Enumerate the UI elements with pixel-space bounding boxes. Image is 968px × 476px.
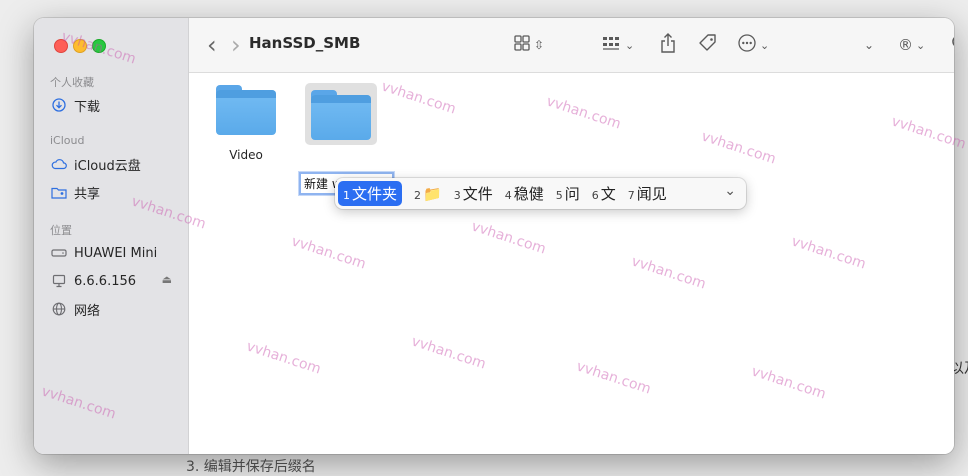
group-button[interactable]: ⌄ [602, 32, 634, 58]
sidebar-item-label: 网络 [74, 303, 101, 319]
chevron-down-icon: ⌄ [864, 38, 875, 52]
sidebar-item-label: 共享 [74, 186, 101, 202]
download-icon [50, 98, 68, 112]
ime-candidate[interactable]: 7 闻见 [628, 183, 667, 204]
ime-candidate[interactable]: 3 文件 [454, 183, 493, 204]
sidebar-item-server[interactable]: 6.6.6.156 ⏏ [50, 270, 180, 292]
sidebar-item-downloads[interactable]: 下载 [50, 94, 180, 116]
shared-folder-icon [50, 186, 68, 199]
ime-candidate[interactable]: 1 文件夹 [338, 181, 403, 206]
search-button[interactable] [951, 32, 954, 58]
sidebar-item-label: 6.6.6.156 [74, 273, 137, 289]
updown-chevron-icon: ⇳ [534, 38, 545, 52]
tag-button[interactable] [698, 32, 718, 58]
folder-label: Video [229, 148, 263, 162]
search-icon [951, 34, 954, 56]
sidebar-header-icloud: iCloud [50, 134, 85, 147]
ime-expand-button[interactable]: ⌄ [724, 183, 736, 199]
sidebar-item-shared[interactable]: 共享 [50, 181, 180, 203]
toolbar: ‹ › HanSSD_SMB ⇳ ⌄ ⌄ ⌄ ® ⌄ [189, 18, 954, 73]
grid-view-icon [514, 35, 530, 55]
ime-candidate[interactable]: 5问 [556, 183, 580, 204]
more-icon [737, 33, 757, 57]
view-mode-button[interactable]: ⇳ [514, 32, 544, 58]
sidebar-header-favorites: 个人收藏 [50, 76, 94, 89]
sidebar-item-huawei-mini[interactable]: HUAWEI Mini [50, 242, 180, 264]
more-actions-button[interactable]: ⌄ [737, 32, 769, 58]
folder-emoji-icon: 📁 [423, 184, 442, 203]
chevron-down-icon: ⌄ [760, 38, 770, 52]
background-text-bottom: 3. 编辑并保存后缀名 [186, 459, 316, 475]
drive-icon [50, 248, 68, 258]
sidebar-item-label: iCloud云盘 [74, 158, 141, 174]
sidebar-item-network[interactable]: 网络 [50, 298, 180, 320]
folder-new[interactable] [311, 90, 371, 142]
display-icon [50, 274, 68, 288]
extension-button[interactable]: ® ⌄ [898, 32, 925, 58]
group-icon [602, 35, 622, 55]
eject-icon[interactable]: ⏏ [162, 273, 172, 286]
ime-candidate[interactable]: 4 稳健 [505, 183, 544, 204]
sidebar-item-label: 下载 [74, 99, 101, 115]
globe-icon [50, 302, 68, 316]
ime-candidate[interactable]: 2 📁 [414, 185, 442, 203]
forward-button[interactable]: › [231, 31, 241, 59]
chevron-down-icon: ⌄ [625, 38, 635, 52]
window-title: HanSSD_SMB [249, 34, 361, 52]
folder-video[interactable] [216, 85, 276, 137]
ime-candidate[interactable]: 6文 [592, 183, 616, 204]
cloud-icon [50, 158, 68, 170]
share-icon [660, 33, 676, 57]
sidebar-item-label: HUAWEI Mini [74, 245, 158, 261]
ime-candidate-bar: 1 文件夹 2 📁 3 文件 4 稳健 5问 6文 7 闻见 ⌄ [335, 178, 746, 209]
sidebar-header-locations: 位置 [50, 224, 72, 237]
back-button[interactable]: ‹ [207, 31, 217, 59]
share-button[interactable] [660, 32, 676, 58]
tag-icon [698, 33, 718, 57]
overflow-chevron-button[interactable]: ⌄ [864, 32, 874, 58]
sidebar-item-icloud-drive[interactable]: iCloud云盘 [50, 153, 180, 175]
chevron-down-icon: ⌄ [916, 38, 926, 52]
registered-icon: ® [898, 36, 913, 54]
